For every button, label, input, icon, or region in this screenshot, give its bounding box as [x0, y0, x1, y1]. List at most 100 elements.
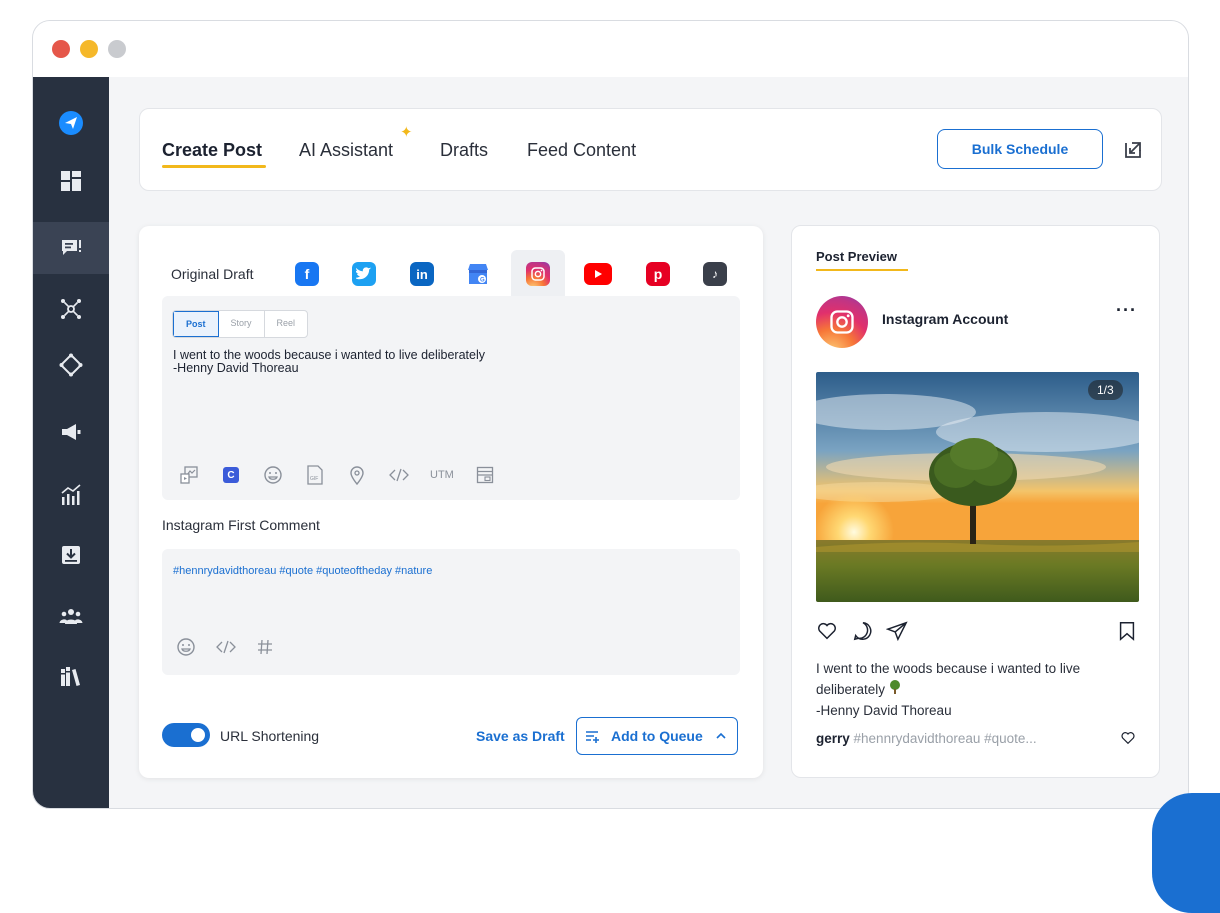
- first-comment-editor[interactable]: #hennrydavidthoreau #quote #quoteoftheda…: [162, 549, 740, 675]
- sparkle-icon: ✦: [400, 124, 413, 141]
- url-shortening-label: URL Shortening: [220, 728, 320, 744]
- comment-toolbar: [176, 637, 274, 662]
- preview-layout-icon[interactable]: [474, 464, 496, 486]
- title-bar: [33, 21, 1188, 77]
- google-business-icon[interactable]: G: [466, 262, 490, 286]
- library-books-icon: [61, 667, 80, 686]
- share-icon[interactable]: [886, 620, 908, 642]
- analytics-icon: [61, 484, 81, 505]
- emoji-icon[interactable]: [262, 464, 284, 486]
- comment-preview: gerry #hennrydavidthoreau #quote...: [816, 731, 1037, 746]
- sidebar-item-team[interactable]: [33, 590, 109, 642]
- code-icon[interactable]: [388, 464, 410, 486]
- sidebar-item-posts[interactable]: [33, 222, 109, 274]
- diamond-arrows-icon: [59, 353, 83, 377]
- editor-toolbar: C GIF UTM: [178, 464, 496, 486]
- tree-emoji-icon: [889, 680, 900, 694]
- tab-drafts[interactable]: Drafts: [440, 140, 488, 161]
- network-icon: [61, 299, 81, 319]
- caption-line-1: I went to the woods because i wanted to …: [816, 661, 1081, 676]
- active-tab-underline: [162, 165, 266, 168]
- caption-line-3: -Henny David Thoreau: [816, 703, 952, 718]
- download-inbox-icon: [62, 546, 80, 564]
- paper-plane-logo-icon: [59, 111, 83, 135]
- utm-button[interactable]: UTM: [430, 469, 454, 481]
- main-content: Create Post AI Assistant ✦ Drafts Feed C…: [109, 77, 1188, 808]
- chevron-up-icon[interactable]: [715, 730, 727, 742]
- account-name: Instagram Account: [882, 311, 1009, 327]
- app-window: Create Post AI Assistant ✦ Drafts Feed C…: [32, 20, 1189, 809]
- top-tabs-bar: Create Post AI Assistant ✦ Drafts Feed C…: [139, 108, 1162, 191]
- gif-icon[interactable]: GIF: [304, 464, 326, 486]
- post-image: 1/3: [816, 372, 1139, 602]
- caption-line-2: deliberately: [816, 682, 886, 697]
- caption-line-2-wrap: deliberately: [816, 679, 1136, 700]
- media-upload-icon[interactable]: [178, 464, 200, 486]
- megaphone-icon: [62, 424, 81, 440]
- minimize-window-button[interactable]: [80, 40, 98, 58]
- sidebar-item-engage[interactable]: [33, 339, 109, 391]
- sidebar-item-analytics[interactable]: [33, 469, 109, 521]
- heart-icon[interactable]: [816, 620, 838, 642]
- comment-code-icon[interactable]: [216, 640, 236, 659]
- post-type-story[interactable]: Story: [219, 311, 265, 337]
- twitter-icon[interactable]: [352, 262, 376, 286]
- comment-username: gerry: [816, 731, 850, 746]
- comment-icon[interactable]: [852, 620, 874, 642]
- sidebar: [33, 77, 109, 808]
- url-shortening-toggle[interactable]: [162, 723, 210, 747]
- canva-icon[interactable]: C: [220, 464, 242, 486]
- instagram-icon[interactable]: [526, 262, 550, 286]
- comment-emoji-icon[interactable]: [176, 637, 196, 662]
- queue-list-icon: [586, 731, 599, 743]
- add-to-queue-button[interactable]: Add to Queue: [576, 717, 738, 755]
- chat-widget-button[interactable]: [1152, 793, 1220, 913]
- tab-create-post[interactable]: Create Post: [162, 140, 262, 161]
- dashboard-icon: [61, 171, 81, 191]
- post-type-switch: Post Story Reel: [172, 310, 309, 338]
- post-text[interactable]: I went to the woods because i wanted to …: [173, 349, 485, 375]
- sidebar-item-dashboard[interactable]: [33, 155, 109, 207]
- pinterest-icon[interactable]: p: [646, 262, 670, 286]
- tiktok-icon[interactable]: ♪: [703, 262, 727, 286]
- bookmark-icon[interactable]: [1116, 620, 1138, 642]
- sidebar-item-campaigns[interactable]: [33, 406, 109, 458]
- sidebar-item-network[interactable]: [33, 283, 109, 335]
- post-preview-title: Post Preview: [816, 249, 897, 264]
- add-to-queue-label: Add to Queue: [611, 728, 703, 744]
- bulk-schedule-button[interactable]: Bulk Schedule: [937, 129, 1103, 169]
- post-caption: I went to the woods because i wanted to …: [816, 658, 1136, 721]
- post-actions: [816, 620, 1139, 644]
- original-draft-tab[interactable]: Original Draft: [171, 266, 253, 282]
- post-text-editor[interactable]: Post Story Reel I went to the woods beca…: [162, 296, 740, 500]
- location-pin-icon[interactable]: [346, 464, 368, 486]
- close-window-button[interactable]: [52, 40, 70, 58]
- svg-text:G: G: [480, 278, 485, 284]
- tab-feed-content[interactable]: Feed Content: [527, 140, 636, 161]
- open-external-icon[interactable]: [1122, 139, 1144, 161]
- instagram-avatar-icon: [816, 296, 868, 348]
- comment-hashtags: #hennrydavidthoreau #quote...: [849, 731, 1037, 746]
- image-counter: 1/3: [1088, 380, 1123, 400]
- facebook-icon[interactable]: f: [295, 262, 319, 286]
- youtube-icon[interactable]: [584, 263, 612, 285]
- sidebar-item-library[interactable]: [33, 651, 109, 703]
- first-comment-text[interactable]: #hennrydavidthoreau #quote #quoteoftheda…: [173, 565, 432, 577]
- sidebar-item-inbox[interactable]: [33, 529, 109, 581]
- tab-ai-assistant[interactable]: AI Assistant: [299, 140, 393, 161]
- svg-text:GIF: GIF: [310, 476, 318, 482]
- more-options-icon[interactable]: ···: [1116, 300, 1137, 321]
- team-icon: [59, 609, 83, 624]
- maximize-window-button[interactable]: [108, 40, 126, 58]
- post-editor-card: Original Draft f in G p ♪ Post Story Ree…: [139, 226, 763, 778]
- comment-like-heart-icon[interactable]: [1120, 730, 1136, 746]
- post-type-post[interactable]: Post: [173, 311, 219, 337]
- sidebar-item-logo[interactable]: [33, 97, 109, 149]
- post-compose-icon: [62, 240, 81, 255]
- preview-title-underline: [816, 269, 908, 271]
- hashtag-icon[interactable]: [256, 638, 274, 661]
- linkedin-icon[interactable]: in: [410, 262, 434, 286]
- post-type-reel[interactable]: Reel: [265, 311, 308, 337]
- landscape-tree-image: [816, 372, 1139, 602]
- save-as-draft-button[interactable]: Save as Draft: [476, 728, 565, 744]
